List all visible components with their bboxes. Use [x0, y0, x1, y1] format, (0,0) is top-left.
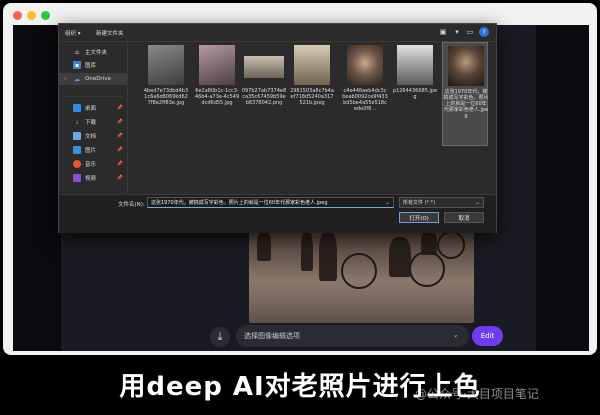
pin-icon: 📌	[116, 133, 123, 139]
filename-label: 文件名(N):	[118, 202, 145, 208]
nav-item-onedrive[interactable]: › ☁ OneDrive	[59, 73, 127, 85]
nav-item-label: OneDrive	[85, 76, 111, 82]
file-thumbnail	[199, 45, 235, 85]
nav-item-label: 图片	[85, 148, 97, 154]
filetype-value: 所有文件 (*.*)	[403, 200, 436, 206]
video-icon	[73, 174, 81, 182]
nav-item-label: 音乐	[85, 162, 97, 168]
watermark: @公众号·大目项目笔记	[415, 387, 539, 401]
nav-item-label: 下载	[85, 120, 97, 126]
open-button[interactable]: 打开(O)	[399, 212, 439, 223]
desktop-icon	[73, 104, 81, 112]
filename-value: 这张1970年代，被搞成写字彩色，照片上的就是一位60年代那家彩色老人.jpeg	[151, 200, 328, 206]
nav-item-label: 视频	[85, 176, 97, 182]
chevron-down-icon: ⌄	[384, 199, 390, 206]
download-button[interactable]: ⤓	[210, 327, 230, 347]
file-grid: 4bed7e73dbd4b31c6a6d8069kd627f8e2ff83e.j…	[131, 42, 493, 210]
nav-item-gallery[interactable]: ▪ 图库	[59, 59, 127, 71]
nav-item-home[interactable]: ⌂ 主文件夹	[59, 46, 127, 58]
app-window: ⤓ 选择图像编辑选项 ⌄ Edit 组织 ▾ 新建文件夹 ▣ ▾ ▭ ? ⌂ 主…	[3, 3, 597, 355]
nav-item-pictures[interactable]: 图片 📌	[59, 144, 127, 156]
close-window-button[interactable]	[13, 11, 22, 20]
edit-toolbar: ⤓ 选择图像编辑选项 ⌄ Edit	[210, 325, 515, 349]
photo-preview	[249, 231, 474, 323]
nav-item-label: 图库	[85, 63, 97, 69]
pin-icon: 📌	[116, 161, 123, 167]
pin-icon: 📌	[116, 147, 123, 153]
nav-item-downloads[interactable]: ↓ 下载 📌	[59, 116, 127, 128]
dialog-nav-pane: ⌂ 主文件夹 ▪ 图库 › ☁ OneDrive 桌面 📌 ↓ 下载 📌 文档 …	[59, 42, 128, 210]
view-options-icon[interactable]: ▣	[438, 27, 448, 37]
cancel-button[interactable]: 取消	[444, 212, 484, 223]
dialog-toolbar: 组织 ▾ 新建文件夹 ▣ ▾ ▭ ?	[59, 24, 496, 42]
file-name: 6e2a80b1c-1cc3-46b4-a73e-4c549dcd6d55.jp…	[194, 88, 240, 106]
window-controls	[13, 11, 50, 20]
filetype-select[interactable]: 所有文件 (*.*) ⌄	[399, 197, 484, 208]
nav-item-label: 主文件夹	[85, 50, 108, 56]
home-icon: ⌂	[75, 48, 79, 56]
new-folder-button[interactable]: 新建文件夹	[96, 29, 124, 37]
chevron-down-icon: ⌄	[452, 330, 459, 339]
cloud-icon: ☁	[74, 75, 80, 83]
download-icon: ⤓	[217, 330, 223, 343]
dialog-footer: 文件名(N): 这张1970年代，被搞成写字彩色，照片上的就是一位60年代那家彩…	[59, 194, 496, 233]
file-item[interactable]: p1264436685.jpeg	[392, 42, 438, 146]
file-open-dialog: 组织 ▾ 新建文件夹 ▣ ▾ ▭ ? ⌂ 主文件夹 ▪ 图库 › ☁ OneDr…	[58, 23, 497, 233]
file-item[interactable]: 6e2a80b1c-1cc3-46b4-a73e-4c549dcd6d55.jp…	[194, 42, 240, 146]
file-thumbnail	[347, 45, 383, 85]
nav-item-videos[interactable]: 视频 📌	[59, 172, 127, 184]
pin-icon: 📌	[116, 105, 123, 111]
document-icon	[73, 132, 81, 140]
file-name: p1264436685.jpeg	[392, 88, 438, 100]
pictures-icon	[73, 146, 81, 154]
file-thumbnail	[448, 46, 484, 86]
nav-item-desktop[interactable]: 桌面 📌	[59, 102, 127, 114]
file-name: 097b27ab7374e8ca35c67459b59eb8378042.png	[241, 88, 287, 106]
pin-icon: 📌	[116, 175, 123, 181]
nav-divider	[63, 96, 123, 97]
file-item[interactable]: 097b27ab7374e8ca35c67459b59eb8378042.png	[241, 42, 287, 146]
maximize-window-button[interactable]	[41, 11, 50, 20]
minimize-window-button[interactable]	[27, 11, 36, 20]
help-icon[interactable]: ?	[479, 27, 489, 37]
pin-icon: 📌	[116, 119, 123, 125]
nav-item-label: 桌面	[85, 106, 97, 112]
chevron-right-icon: ›	[64, 76, 66, 82]
view-dropdown-icon[interactable]: ▾	[452, 27, 462, 37]
filename-input[interactable]: 这张1970年代，被搞成写字彩色，照片上的就是一位60年代那家彩色老人.jpeg…	[147, 197, 394, 208]
music-icon	[73, 160, 81, 168]
file-item-selected[interactable]: 这张1970年代，被搞成写字彩色，照片上的就是一位60年代那家彩色老人.jpeg	[442, 42, 489, 146]
gallery-icon: ▪	[73, 61, 81, 69]
download-icon: ↓	[74, 118, 80, 126]
chevron-down-icon: ⌄	[474, 199, 480, 206]
edit-button[interactable]: Edit	[472, 326, 503, 346]
file-thumbnail	[148, 45, 184, 85]
organize-menu[interactable]: 组织 ▾	[65, 29, 81, 37]
preview-pane-icon[interactable]: ▭	[465, 27, 475, 37]
edit-option-select[interactable]: 选择图像编辑选项 ⌄	[236, 325, 469, 347]
file-name: 4bed7e73dbd4b31c6a6d8069kd627f8e2ff83e.j…	[143, 88, 189, 106]
file-item[interactable]: c4e448aeb4dc3cbeab0092ce9f433bd5be4a55e5…	[342, 42, 388, 146]
file-name: 2981503a8c7b4aef718d5240a317521b.jpeg	[290, 88, 334, 106]
edit-option-placeholder: 选择图像编辑选项	[244, 332, 300, 340]
file-thumbnail	[244, 56, 284, 78]
file-name: c4e448aeb4dc3cbeab0092ce9f433bd5be4a55e5…	[342, 88, 388, 112]
file-item[interactable]: 4bed7e73dbd4b31c6a6d8069kd627f8e2ff83e.j…	[143, 42, 189, 146]
nav-item-documents[interactable]: 文档 📌	[59, 130, 127, 142]
file-thumbnail	[294, 45, 330, 85]
file-name: 这张1970年代，被搞成写字彩色，照片上的就是一位60年代那家彩色老人.jpeg	[443, 89, 489, 119]
nav-item-music[interactable]: 音乐 📌	[59, 158, 127, 170]
nav-item-label: 文档	[85, 134, 97, 140]
file-thumbnail	[397, 45, 433, 85]
file-item[interactable]: 2981503a8c7b4aef718d5240a317521b.jpeg	[289, 42, 335, 146]
